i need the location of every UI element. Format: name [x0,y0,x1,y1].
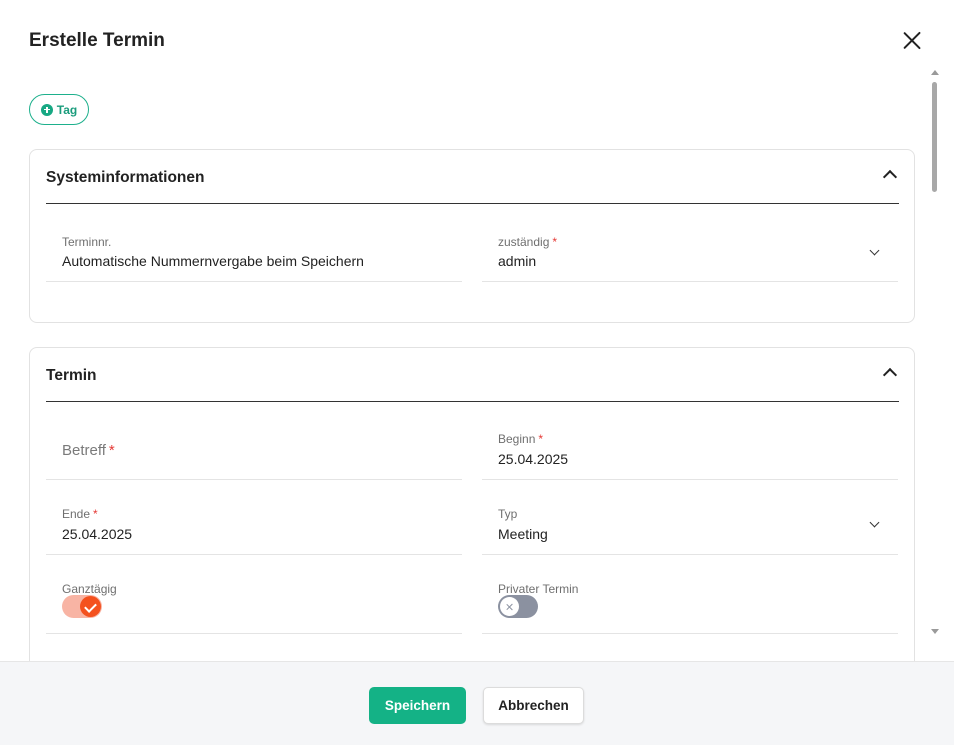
cancel-button[interactable]: Abbrechen [483,687,584,724]
systeminfo-section: Systeminformationen Terminnr. Automatisc… [29,149,915,323]
termin-section-header[interactable]: Termin [46,348,899,402]
zustaendig-select[interactable]: zuständig * admin [482,204,898,282]
chevron-up-icon[interactable] [882,367,898,383]
beginn-date-field[interactable]: Beginn * 25.04.2025 [482,402,898,480]
create-appointment-dialog: Erstelle Termin Tag Systeminformationen … [0,0,954,745]
chevron-down-icon[interactable] [869,517,880,528]
plus-circle-icon [40,103,53,116]
add-tag-button[interactable]: Tag [29,94,89,125]
check-icon [80,596,101,617]
typ-select[interactable]: Typ Meeting [482,480,898,555]
dialog-title: Erstelle Termin [29,30,165,51]
terminnr-label: Terminnr. [62,235,112,249]
ende-value: 25.04.2025 [62,526,133,542]
ganztaegig-field: Ganztägig [46,555,462,634]
save-button[interactable]: Speichern [369,687,466,724]
x-icon [500,597,519,616]
termin-section: Termin Betreff * Beginn * 25.04.2025 Ende *… [29,347,915,661]
dialog-body[interactable]: Tag Systeminformationen Terminnr. Automa… [0,80,954,661]
vertical-scrollbar[interactable] [928,70,942,636]
zustaendig-value: admin [498,253,537,269]
chevron-down-icon[interactable] [869,245,880,256]
betreff-placeholder: Betreff * [62,442,115,459]
termin-section-title: Termin [46,367,97,384]
scroll-up-arrow-icon[interactable] [931,70,939,75]
privat-field: Privater Termin [482,555,898,634]
beginn-value: 25.04.2025 [498,451,569,467]
add-tag-label: Tag [56,102,78,117]
ganztaegig-label: Ganztägig [62,582,117,596]
privat-toggle[interactable] [498,595,538,618]
privat-label: Privater Termin [498,582,579,596]
terminnr-value: Automatische Nummernvergabe beim Speiche… [62,253,364,269]
scroll-thumb[interactable] [932,82,937,192]
dialog-footer: Speichern Abbrechen [0,661,954,745]
typ-value: Meeting [498,526,548,542]
zustaendig-label: zuständig * [498,235,558,249]
chevron-up-icon[interactable] [882,169,898,185]
ganztaegig-toggle[interactable] [62,595,102,618]
beginn-label: Beginn * [498,432,544,446]
dialog-header: Erstelle Termin [0,0,954,80]
ende-label: Ende * [62,507,98,521]
terminnr-field: Terminnr. Automatische Nummernvergabe be… [46,204,462,282]
close-icon[interactable] [900,28,924,52]
systeminfo-section-title: Systeminformationen [46,169,205,186]
typ-label: Typ [498,507,518,521]
systeminfo-section-header[interactable]: Systeminformationen [46,150,899,204]
ende-date-field[interactable]: Ende * 25.04.2025 [46,480,462,555]
scroll-down-arrow-icon[interactable] [931,629,939,634]
betreff-input[interactable]: Betreff * [46,402,462,480]
